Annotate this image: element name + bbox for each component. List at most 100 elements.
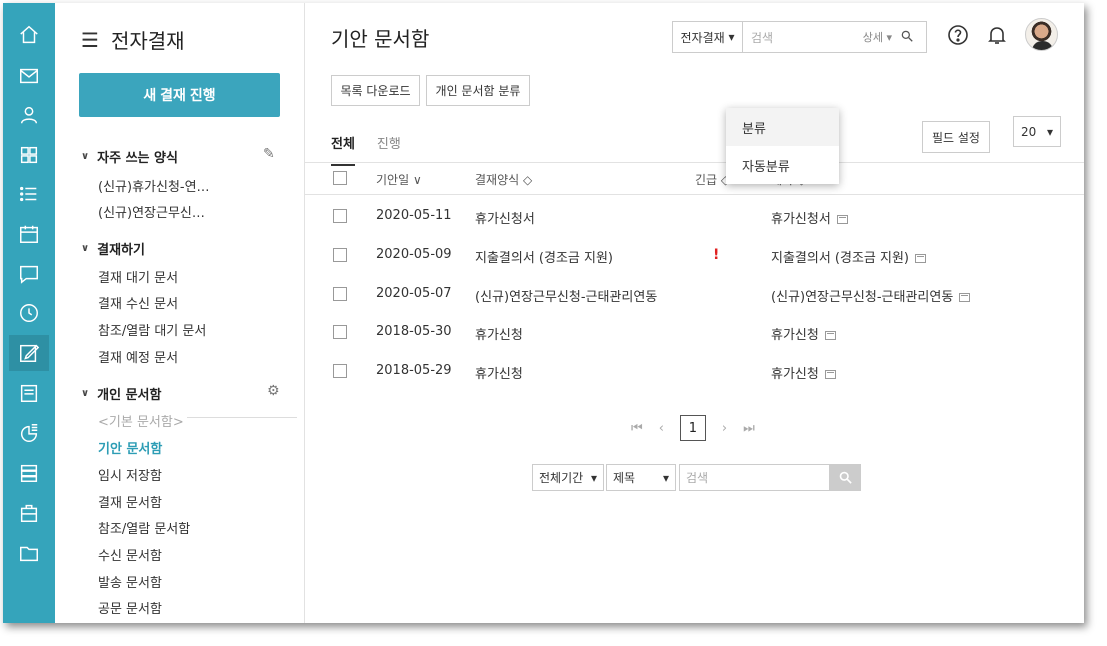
field-select[interactable]: 제목 ▾	[606, 464, 676, 491]
row-title-link[interactable]: (신규)연장근무신청-근태관리연동	[771, 286, 971, 305]
bell-icon[interactable]	[985, 23, 1009, 47]
board-icon[interactable]	[9, 176, 49, 212]
search-bar: 전자결재 ▾ 검색 상세 ▾	[672, 21, 927, 53]
left-panel: ☰ 전자결재 새 결재 진행 ∨ 자주 쓰는 양식 ✎ (신규)휴가신청-연… …	[55, 3, 305, 623]
bottom-search-input[interactable]: 검색	[679, 464, 830, 491]
page-size-select[interactable]: 20 ▾	[1013, 116, 1061, 147]
row-date: 2020-05-09	[376, 247, 452, 262]
row-title-link[interactable]: 지출결의서 (경조금 지원)	[771, 247, 927, 266]
report-icon[interactable]	[9, 375, 49, 411]
help-icon[interactable]	[946, 23, 970, 47]
row-form: 휴가신청	[475, 328, 523, 343]
row-form: 지출결의서 (경조금 지원)	[475, 251, 614, 266]
row-title: 휴가신청	[771, 328, 819, 343]
column-form-label: 결재양식	[475, 173, 520, 187]
asset-icon[interactable]	[9, 495, 49, 531]
popup-icon[interactable]	[915, 254, 927, 263]
row-title-link[interactable]: 휴가신청서	[771, 208, 848, 227]
field-settings-button[interactable]: 필드 설정	[922, 121, 990, 153]
search-scope-select[interactable]: 전자결재 ▾	[673, 22, 743, 52]
row-title-link[interactable]: 휴가신청	[771, 324, 836, 343]
sidebar-item-received[interactable]: 결재 수신 문서	[98, 293, 178, 312]
app-rail	[3, 3, 55, 623]
last-page-icon[interactable]: ⏭	[743, 421, 755, 436]
mail-icon[interactable]	[9, 58, 49, 94]
period-value: 전체기간	[539, 471, 584, 485]
pagination: ⏮ ‹ 1 › ⏭	[631, 415, 755, 441]
row-title: 지출결의서 (경조금 지원)	[771, 251, 910, 266]
contacts-icon[interactable]	[9, 97, 49, 133]
row-checkbox[interactable]	[333, 325, 347, 339]
caret-down-icon: ▾	[1046, 124, 1053, 139]
search-detail-label: 상세	[862, 31, 883, 44]
search-detail-toggle[interactable]: 상세 ▾	[863, 29, 892, 45]
new-approval-button[interactable]: 새 결재 진행	[79, 73, 280, 117]
current-page[interactable]: 1	[679, 415, 706, 441]
hamburger-icon[interactable]: ☰	[81, 28, 99, 52]
row-title: (신규)연장근무신청-근태관리연동	[771, 290, 954, 305]
gear-icon[interactable]: ⚙	[267, 383, 280, 399]
row-form: 휴가신청	[475, 367, 523, 382]
row-title-link[interactable]: 휴가신청	[771, 363, 836, 382]
app-window: ☰ 전자결재 새 결재 진행 ∨ 자주 쓰는 양식 ✎ (신규)휴가신청-연… …	[3, 3, 1084, 623]
popup-icon[interactable]	[824, 370, 836, 379]
menu-item-auto-classify[interactable]: 자동분류	[726, 146, 839, 184]
personal-section-toggle[interactable]: ∨ 개인 문서함	[81, 384, 161, 403]
next-page-icon[interactable]: ›	[722, 421, 727, 436]
favorite-item[interactable]: (신규)연장근무신…	[98, 202, 205, 221]
row-checkbox[interactable]	[333, 248, 347, 262]
first-page-icon[interactable]: ⏮	[631, 421, 643, 436]
row-form: 휴가신청서	[475, 212, 535, 227]
approval-icon[interactable]	[9, 335, 49, 371]
sidebar-item-scheduled[interactable]: 결재 예정 문서	[98, 347, 178, 366]
apps-icon[interactable]	[9, 137, 49, 173]
sidebar-item-inbox[interactable]: 수신 문서함	[98, 545, 162, 564]
survey-icon[interactable]	[9, 415, 49, 451]
avatar[interactable]	[1025, 18, 1058, 51]
row-checkbox[interactable]	[333, 364, 347, 378]
chat-icon[interactable]	[9, 256, 49, 292]
popup-icon[interactable]	[959, 293, 971, 302]
sidebar-item-sent[interactable]: 발송 문서함	[98, 572, 162, 591]
main-content: 기안 문서함 전자결재 ▾ 검색 상세 ▾ 목록 다운로드 개인 문서함 분류 …	[305, 3, 1084, 623]
bottom-search-button[interactable]	[829, 464, 861, 491]
sidebar-item-temp[interactable]: 임시 저장함	[98, 465, 162, 484]
clock-icon[interactable]	[9, 295, 49, 331]
search-input[interactable]: 검색	[743, 29, 863, 46]
home-icon[interactable]	[9, 17, 49, 53]
search-icon[interactable]	[900, 29, 926, 46]
favorites-section-toggle[interactable]: ∨ 자주 쓰는 양식	[81, 147, 178, 166]
classify-button[interactable]: 개인 문서함 분류	[426, 75, 530, 106]
edit-icon[interactable]: ✎	[263, 146, 275, 162]
row-checkbox[interactable]	[333, 209, 347, 223]
favorite-item[interactable]: (신규)휴가신청-연…	[98, 176, 210, 195]
calendar-icon[interactable]	[9, 216, 49, 252]
storage-icon[interactable]	[9, 455, 49, 491]
sidebar-item-reference-pending[interactable]: 참조/열람 대기 문서	[98, 320, 206, 339]
sidebar-item-drafts[interactable]: 기안 문서함	[98, 438, 162, 457]
approval-section-toggle[interactable]: ∨ 결재하기	[81, 239, 145, 258]
group-label: <기본 문서함>	[98, 415, 184, 430]
sidebar-item-reference[interactable]: 참조/열람 문서함	[98, 518, 190, 537]
search-scope-label: 전자결재	[680, 30, 725, 45]
column-date[interactable]: 기안일 ∨	[376, 171, 422, 188]
period-select[interactable]: 전체기간 ▾	[532, 464, 604, 491]
prev-page-icon[interactable]: ‹	[659, 421, 664, 436]
favorites-label: 자주 쓰는 양식	[97, 151, 178, 166]
column-urgent[interactable]: 긴급 ◇	[695, 171, 730, 188]
personal-label: 개인 문서함	[97, 388, 162, 403]
download-list-button[interactable]: 목록 다운로드	[331, 75, 420, 106]
row-title: 휴가신청	[771, 367, 819, 382]
table-top-border	[305, 162, 1084, 163]
urgent-badge: !	[713, 247, 720, 263]
menu-item-classify[interactable]: 분류	[726, 108, 839, 146]
sidebar-item-official[interactable]: 공문 문서함	[98, 598, 162, 617]
popup-icon[interactable]	[836, 215, 848, 224]
column-form[interactable]: 결재양식 ◇	[475, 171, 532, 188]
select-all-checkbox[interactable]	[333, 171, 347, 185]
popup-icon[interactable]	[824, 331, 836, 340]
folder-icon[interactable]	[9, 535, 49, 571]
sidebar-item-approved[interactable]: 결재 문서함	[98, 492, 162, 511]
row-checkbox[interactable]	[333, 287, 347, 301]
sidebar-item-pending[interactable]: 결재 대기 문서	[98, 267, 178, 286]
